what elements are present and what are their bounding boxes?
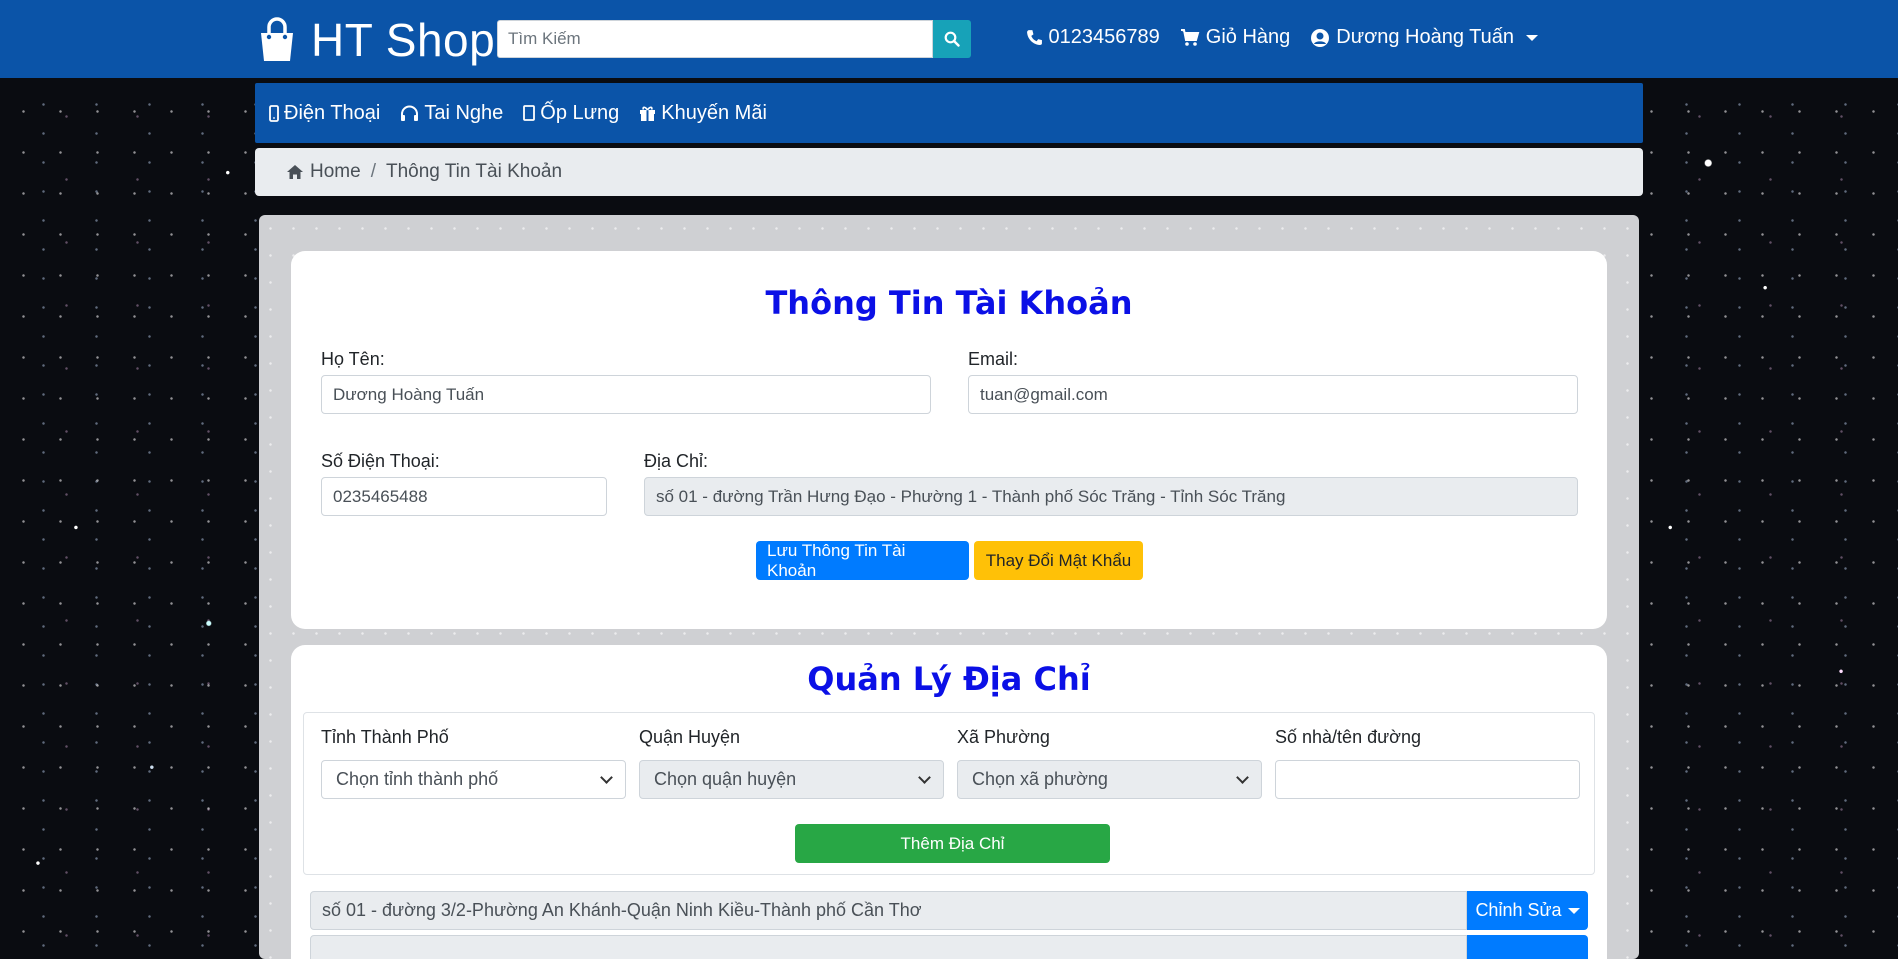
search-bar bbox=[497, 20, 971, 58]
shopping-bag-icon bbox=[261, 17, 293, 61]
phone-icon bbox=[1026, 30, 1042, 45]
case-icon bbox=[523, 105, 536, 121]
ward-select-value: Chọn xã phường bbox=[972, 769, 1108, 789]
category-nav: Điện Thoại Tai Nghe Ốp Lưng Khuyến Mãi bbox=[255, 83, 1643, 143]
cart-label: Giỏ Hàng bbox=[1205, 26, 1291, 48]
saved-address-row bbox=[310, 935, 1588, 959]
edit-address-label: Chỉnh Sửa bbox=[1475, 900, 1562, 920]
saved-address-row: số 01 - đường 3/2-Phường An Khánh-Quận N… bbox=[310, 891, 1588, 930]
nav-item-phones[interactable]: Điện Thoại bbox=[269, 102, 380, 125]
breadcrumb-home[interactable]: Home bbox=[286, 161, 361, 183]
address-field: số 01 - đường Trần Hưng Đạo - Phường 1 -… bbox=[644, 477, 1578, 516]
saved-address-text bbox=[310, 935, 1467, 959]
user-menu[interactable]: Dương Hoàng Tuấn bbox=[1310, 26, 1538, 49]
cart-link[interactable]: Giỏ Hàng bbox=[1180, 26, 1291, 49]
user-circle-icon bbox=[1311, 28, 1330, 47]
breadcrumb-current: Thông Tin Tài Khoản bbox=[385, 161, 563, 182]
search-button[interactable] bbox=[933, 20, 971, 58]
street-label: Số nhà/tên đường bbox=[1275, 727, 1421, 747]
district-label: Quận Huyện bbox=[639, 727, 741, 747]
chevron-down-icon bbox=[1526, 34, 1538, 41]
province-select-value: Chọn tỉnh thành phố bbox=[336, 769, 499, 789]
mobile-icon bbox=[269, 104, 279, 122]
headphones-icon bbox=[401, 105, 419, 121]
home-icon bbox=[287, 165, 303, 179]
edit-address-button[interactable]: Chỉnh Sửa bbox=[1467, 891, 1588, 930]
name-label: Họ Tên: bbox=[321, 349, 385, 369]
account-info-title: Thông Tin Tài Khoản bbox=[765, 284, 1133, 322]
address-management-title: Quản Lý Địa Chỉ bbox=[807, 660, 1091, 698]
ward-select[interactable]: Chọn xã phường bbox=[957, 760, 1262, 799]
breadcrumb-home-label: Home bbox=[310, 161, 361, 182]
nav-label: Tai Nghe bbox=[424, 101, 504, 124]
name-field[interactable]: Dương Hoàng Tuấn bbox=[321, 375, 931, 414]
user-name: Dương Hoàng Tuấn bbox=[1336, 26, 1514, 48]
province-label: Tỉnh Thành Phố bbox=[321, 727, 449, 747]
cart-icon bbox=[1180, 28, 1200, 46]
province-select[interactable]: Chọn tỉnh thành phố bbox=[321, 760, 626, 799]
ward-label: Xã Phường bbox=[957, 727, 1050, 747]
account-info-card: Thông Tin Tài Khoản Họ Tên: Dương Hoàng … bbox=[291, 251, 1607, 629]
search-icon bbox=[944, 31, 960, 47]
edit-address-button[interactable] bbox=[1467, 935, 1588, 959]
top-header: HT Shop 0123456789 Giỏ Hàng bbox=[0, 0, 1898, 78]
brand-logo[interactable]: HT Shop bbox=[255, 14, 496, 66]
nav-item-promotions[interactable]: Khuyến Mãi bbox=[639, 102, 767, 125]
saved-address-text: số 01 - đường 3/2-Phường An Khánh-Quận N… bbox=[310, 891, 1467, 930]
chevron-down-icon bbox=[600, 770, 613, 784]
nav-item-cases[interactable]: Ốp Lưng bbox=[523, 102, 619, 125]
district-select[interactable]: Chọn quận huyện bbox=[639, 760, 944, 799]
add-address-form: Tỉnh Thành Phố Chọn tỉnh thành phố Quận … bbox=[303, 712, 1595, 875]
save-account-button[interactable]: Lưu Thông Tin Tài Khoản bbox=[756, 541, 969, 580]
district-select-value: Chọn quận huyện bbox=[654, 769, 797, 789]
chevron-down-icon bbox=[1236, 770, 1249, 784]
search-input[interactable] bbox=[497, 20, 933, 58]
breadcrumb: Home / Thông Tin Tài Khoản bbox=[255, 148, 1643, 196]
phone-number: 0123456789 bbox=[1048, 26, 1160, 48]
address-management-card: Quản Lý Địa Chỉ Tỉnh Thành Phố Chọn tỉnh… bbox=[291, 645, 1607, 959]
gift-icon bbox=[640, 106, 656, 121]
email-field[interactable]: tuan@gmail.com bbox=[968, 375, 1578, 414]
nav-label: Ốp Lưng bbox=[540, 101, 620, 124]
breadcrumb-separator: / bbox=[370, 161, 376, 182]
email-label: Email: bbox=[968, 349, 1019, 369]
brand-name: HT Shop bbox=[311, 14, 496, 66]
add-address-button[interactable]: Thêm Địa Chỉ bbox=[795, 824, 1110, 863]
phone-label: Số Điện Thoại: bbox=[321, 451, 440, 471]
phone-link[interactable]: 0123456789 bbox=[1026, 26, 1160, 49]
address-label: Địa Chỉ: bbox=[644, 451, 709, 471]
street-input[interactable] bbox=[1275, 760, 1580, 799]
nav-label: Khuyến Mãi bbox=[661, 101, 767, 124]
chevron-down-icon bbox=[1567, 907, 1580, 914]
nav-label: Điện Thoại bbox=[284, 101, 381, 124]
main-panel: Thông Tin Tài Khoản Họ Tên: Dương Hoàng … bbox=[259, 215, 1639, 959]
nav-item-headphones[interactable]: Tai Nghe bbox=[400, 102, 503, 125]
change-password-button[interactable]: Thay Đổi Mật Khẩu bbox=[974, 541, 1143, 580]
chevron-down-icon bbox=[918, 770, 931, 784]
top-links: 0123456789 Giỏ Hàng Dương Hoàng Tuấn bbox=[1026, 26, 1538, 49]
phone-field[interactable]: 0235465488 bbox=[321, 477, 607, 516]
